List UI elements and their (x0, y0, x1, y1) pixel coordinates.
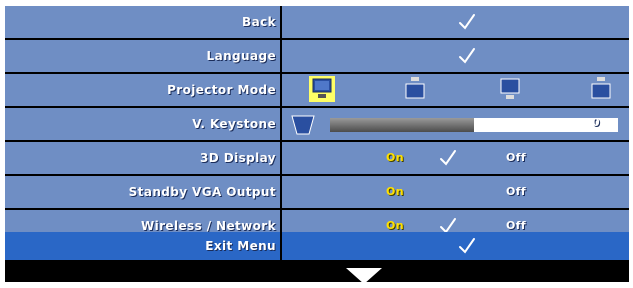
front-projection-ceiling-icon[interactable] (402, 76, 428, 102)
projector-mode-options (282, 74, 629, 106)
language-label[interactable]: Language (5, 40, 280, 72)
standby-vga-output-label[interactable]: Standby VGA Output (5, 176, 280, 208)
3d-display-on-option[interactable]: On (386, 151, 404, 164)
back-label[interactable]: Back (5, 6, 280, 38)
menu-row-language[interactable]: Language (5, 40, 629, 72)
v-keystone-label[interactable]: V. Keystone (5, 108, 280, 140)
rear-projection-desktop-icon[interactable] (497, 76, 523, 102)
keystone-icon (291, 115, 315, 135)
exit-menu-value[interactable] (282, 232, 629, 260)
menu-row-exit[interactable]: Exit Menu (5, 232, 629, 260)
check-icon (459, 238, 475, 254)
standby-vga-off-option[interactable]: Off (506, 185, 526, 198)
wireless-network-on-option[interactable]: On (386, 219, 404, 232)
exit-menu-label[interactable]: Exit Menu (5, 232, 280, 260)
menu-row-back[interactable]: Back (5, 6, 629, 38)
down-arrow-icon[interactable] (346, 268, 382, 284)
rear-projection-ceiling-icon[interactable] (588, 76, 614, 102)
keystone-value: 0 (592, 116, 600, 129)
3d-display-options: On Off (282, 142, 629, 174)
menu-row-v-keystone[interactable]: V. Keystone 0 (5, 108, 629, 140)
keystone-slider-fill (330, 118, 474, 132)
language-value[interactable] (282, 40, 629, 72)
standby-vga-on-option[interactable]: On (386, 185, 404, 198)
back-value[interactable] (282, 6, 629, 38)
menu-row-projector-mode[interactable]: Projector Mode (5, 74, 629, 106)
3d-display-off-option[interactable]: Off (506, 151, 526, 164)
check-icon (459, 48, 475, 64)
standby-vga-output-options: On Off (282, 176, 629, 208)
wireless-network-off-option[interactable]: Off (506, 219, 526, 232)
menu-row-3d-display[interactable]: 3D Display On Off (5, 142, 629, 174)
3d-display-label[interactable]: 3D Display (5, 142, 280, 174)
v-keystone-control: 0 (282, 108, 629, 140)
bottom-bar (5, 260, 629, 282)
check-icon (440, 150, 456, 166)
keystone-slider[interactable] (330, 118, 618, 132)
front-projection-desktop-icon[interactable] (309, 76, 335, 102)
projector-mode-label[interactable]: Projector Mode (5, 74, 280, 106)
menu-row-standby-vga-output[interactable]: Standby VGA Output On Off (5, 176, 629, 208)
check-icon (459, 14, 475, 30)
projector-osd-menu: Back Language Projector Mode V. Keystone… (5, 6, 629, 284)
